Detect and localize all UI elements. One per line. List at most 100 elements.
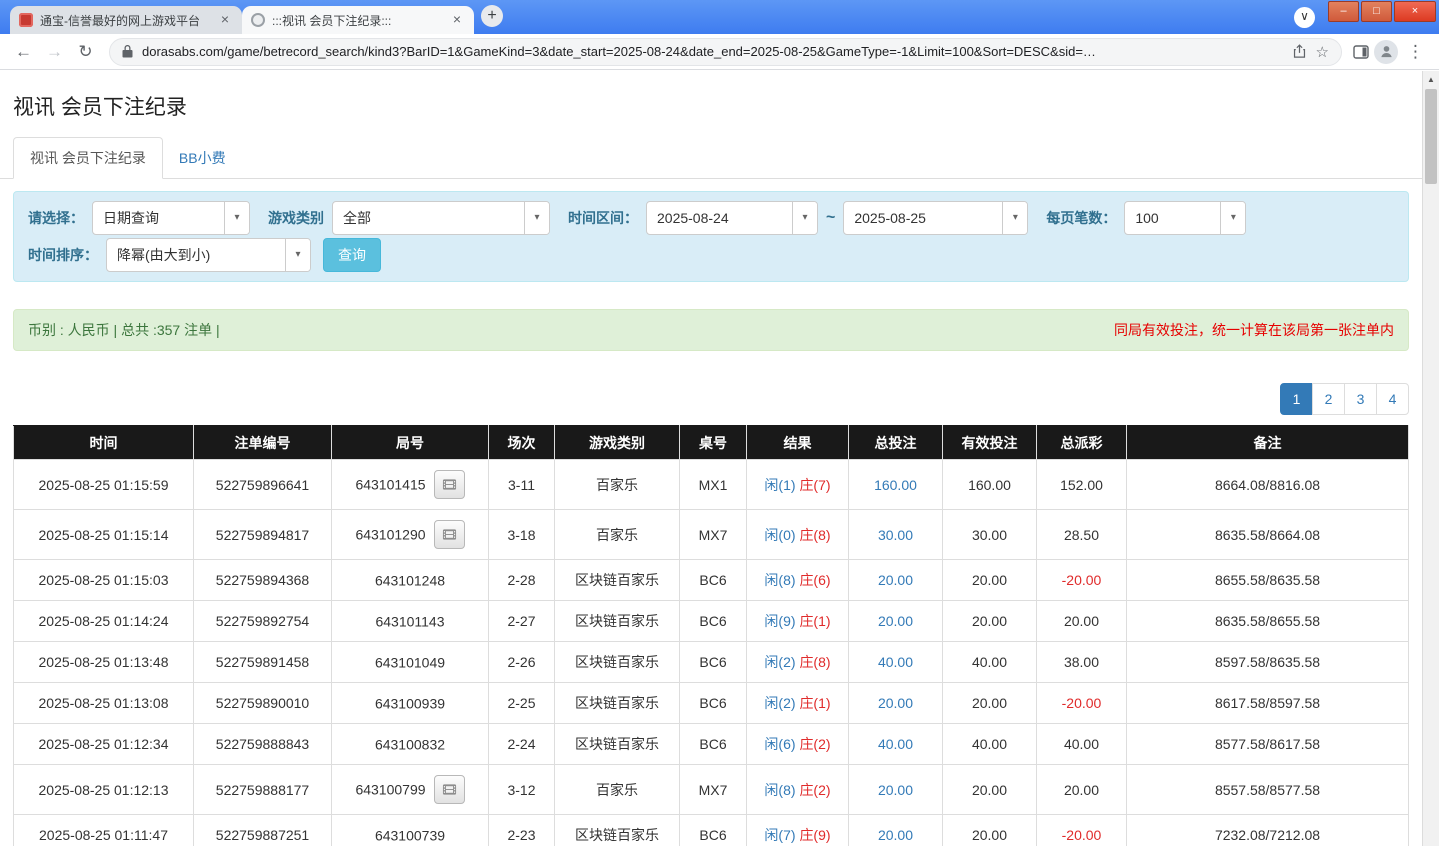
reload-button[interactable]: ↻	[72, 42, 99, 62]
round-id-text: 643101248	[375, 573, 445, 589]
forward-button[interactable]: →	[41, 42, 68, 62]
cell-table-no: MX7	[680, 765, 747, 815]
cell-total-bet[interactable]: 20.00	[849, 683, 943, 724]
page-button-1[interactable]: 1	[1280, 383, 1313, 415]
result-banker: 庄(8)	[799, 654, 830, 670]
bet-records-table: 时间注单编号局号场次游戏类别桌号结果总投注有效投注总派彩备注 2025-08-2…	[13, 425, 1409, 846]
browser-toolbar: ← → ↻ dorasabs.com/game/betrecord_search…	[0, 34, 1439, 70]
cell-session: 2-27	[489, 601, 555, 642]
cell-time: 2025-08-25 01:12:13	[14, 765, 194, 815]
date-end-select[interactable]: 2025-08-25 ▾	[843, 201, 1028, 235]
video-replay-button[interactable]	[434, 775, 465, 804]
result-player: 闲(2)	[764, 654, 795, 670]
cell-session: 2-24	[489, 724, 555, 765]
page-tabs: 视讯 会员下注纪录 BB小费	[0, 137, 1422, 179]
cell-note: 8635.58/8655.58	[1127, 601, 1409, 642]
browser-tab-home[interactable]: 通宝-信誉最好的网上游戏平台 ×	[10, 6, 242, 34]
same-round-notice-text: 同局有效投注，统一计算在该局第一张注单内	[1114, 320, 1394, 340]
browser-menu-icon[interactable]: ⋮	[1402, 42, 1429, 62]
cell-game-type: 百家乐	[555, 510, 680, 560]
tab-search-chevron-icon[interactable]: ∨	[1294, 7, 1315, 28]
game-type-select[interactable]: 全部 ▾	[332, 201, 550, 235]
tab-close-icon[interactable]: ×	[449, 12, 465, 28]
search-button[interactable]: 查询	[323, 238, 381, 272]
cell-total-bet[interactable]: 20.00	[849, 765, 943, 815]
page-size-select[interactable]: 100 ▾	[1124, 201, 1246, 235]
cell-game-type: 区块链百家乐	[555, 815, 680, 846]
cell-valid-bet: 20.00	[943, 765, 1037, 815]
cell-round-id: 643101049	[332, 642, 489, 683]
minimize-button[interactable]: –	[1328, 1, 1359, 22]
cell-round-id: 643100832	[332, 724, 489, 765]
cell-session: 2-23	[489, 815, 555, 846]
query-type-select[interactable]: 日期查询 ▾	[92, 201, 250, 235]
page-size-label: 每页笔数：	[1046, 208, 1116, 228]
sort-order-select[interactable]: 降幂(由大到小) ▾	[106, 238, 311, 272]
cell-time: 2025-08-25 01:12:34	[14, 724, 194, 765]
cell-game-type: 百家乐	[555, 460, 680, 510]
cell-note: 8597.58/8635.58	[1127, 642, 1409, 683]
date-start-value: 2025-08-24	[647, 202, 792, 234]
maximize-button[interactable]: □	[1361, 1, 1392, 22]
cell-total-bet[interactable]: 20.00	[849, 815, 943, 846]
cell-note: 8664.08/8816.08	[1127, 460, 1409, 510]
cell-payout: 38.00	[1037, 642, 1127, 683]
cell-total-bet[interactable]: 20.00	[849, 560, 943, 601]
cell-round-id: 643100799	[332, 765, 489, 815]
summary-bar: 币别 : 人民币 | 总共 :357 注单 | 同局有效投注，统一计算在该局第一…	[13, 309, 1409, 351]
bookmark-star-icon[interactable]: ☆	[1316, 43, 1329, 61]
side-panel-icon[interactable]	[1352, 43, 1370, 61]
page-button-4[interactable]: 4	[1376, 383, 1409, 415]
result-player: 闲(9)	[764, 613, 795, 629]
round-id-text: 643100832	[375, 737, 445, 753]
table-row: 2025-08-25 01:14:24522759892754643101143…	[14, 601, 1409, 642]
round-id-text: 643101290	[355, 527, 425, 543]
sort-order-label: 时间排序：	[28, 245, 98, 265]
close-window-button[interactable]: ×	[1394, 1, 1436, 22]
cell-total-bet[interactable]: 160.00	[849, 460, 943, 510]
video-replay-button[interactable]	[434, 470, 465, 499]
cell-note: 8655.58/8635.58	[1127, 560, 1409, 601]
cell-bet-id: 522759891458	[194, 642, 332, 683]
column-header: 有效投注	[943, 426, 1037, 460]
tab-close-icon[interactable]: ×	[217, 12, 233, 28]
date-start-select[interactable]: 2025-08-24 ▾	[646, 201, 818, 235]
cell-note: 8635.58/8664.08	[1127, 510, 1409, 560]
table-row: 2025-08-25 01:15:59522759896641643101415…	[14, 460, 1409, 510]
cell-bet-id: 522759887251	[194, 815, 332, 846]
cell-payout: 40.00	[1037, 724, 1127, 765]
column-header: 结果	[747, 426, 849, 460]
back-button[interactable]: ←	[10, 42, 37, 62]
scroll-up-icon[interactable]: ▲	[1423, 71, 1439, 88]
tab-bet-records[interactable]: 视讯 会员下注纪录	[13, 137, 163, 179]
new-tab-button[interactable]: +	[481, 5, 503, 27]
cell-total-bet[interactable]: 40.00	[849, 642, 943, 683]
caret-down-icon: ▾	[1220, 202, 1245, 234]
url-text[interactable]: dorasabs.com/game/betrecord_search/kind3…	[142, 44, 1283, 59]
cell-round-id: 643101248	[332, 560, 489, 601]
cell-session: 3-18	[489, 510, 555, 560]
page-scrollbar[interactable]: ▲	[1422, 71, 1439, 846]
cell-game-type: 区块链百家乐	[555, 601, 680, 642]
browser-tab-bet-records[interactable]: :::视讯 会员下注纪录::: ×	[242, 6, 474, 34]
currency-total-text: 币别 : 人民币 | 总共 :357 注单 |	[28, 320, 220, 340]
tab-bb-tip[interactable]: BB小费	[163, 138, 242, 178]
pagination: 1234	[13, 383, 1409, 415]
page-content: 视讯 会员下注纪录 视讯 会员下注纪录 BB小费 请选择： 日期查询 ▾ 游戏类…	[0, 71, 1422, 846]
cell-total-bet[interactable]: 20.00	[849, 601, 943, 642]
cell-total-bet[interactable]: 30.00	[849, 510, 943, 560]
profile-avatar[interactable]	[1374, 40, 1398, 64]
cell-valid-bet: 20.00	[943, 601, 1037, 642]
address-bar[interactable]: dorasabs.com/game/betrecord_search/kind3…	[109, 38, 1342, 66]
table-row: 2025-08-25 01:13:48522759891458643101049…	[14, 642, 1409, 683]
scrollbar-thumb[interactable]	[1425, 89, 1437, 184]
page-button-3[interactable]: 3	[1344, 383, 1377, 415]
film-icon	[442, 477, 457, 492]
cell-table-no: BC6	[680, 601, 747, 642]
page-button-2[interactable]: 2	[1312, 383, 1345, 415]
column-header: 场次	[489, 426, 555, 460]
share-icon[interactable]	[1292, 44, 1307, 59]
cell-total-bet[interactable]: 40.00	[849, 724, 943, 765]
cell-valid-bet: 40.00	[943, 724, 1037, 765]
video-replay-button[interactable]	[434, 520, 465, 549]
